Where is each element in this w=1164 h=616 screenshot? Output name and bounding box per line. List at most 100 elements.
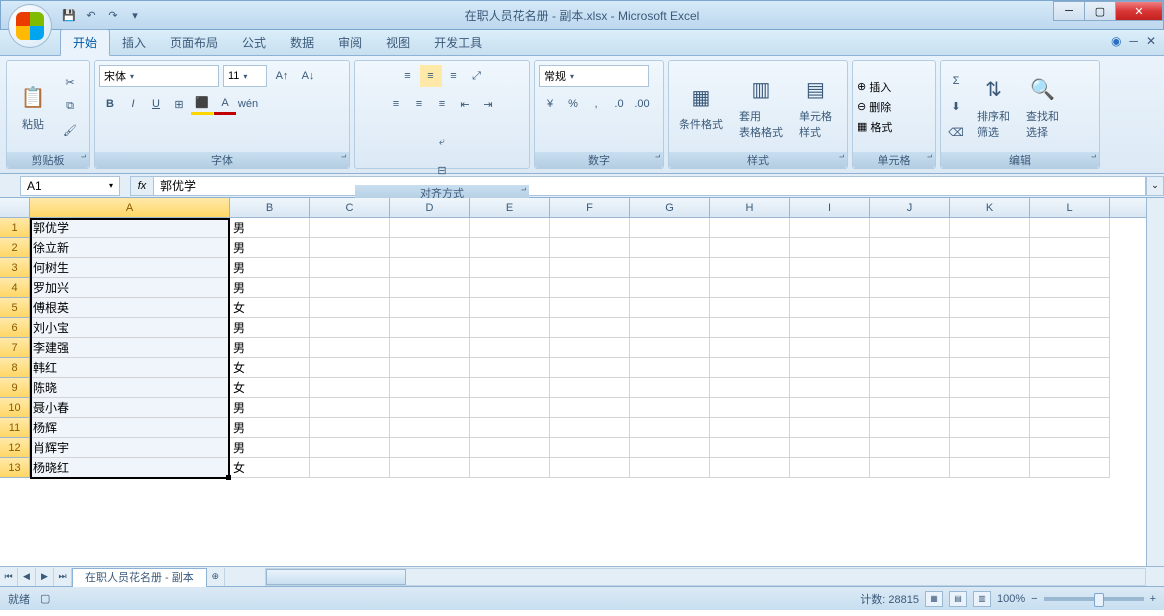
cell[interactable]	[630, 418, 710, 438]
delete-cells-button[interactable]: ⊖删除	[857, 99, 892, 115]
cell[interactable]	[390, 418, 470, 438]
grid-body[interactable]: 1 郭优学 男 2 徐立新 男 3 何树生 男 4 罗加兴 男 5 傅根英 女 …	[0, 218, 1146, 566]
cell[interactable]	[1030, 458, 1110, 478]
cell[interactable]: 郭优学	[30, 218, 230, 238]
cell[interactable]	[950, 418, 1030, 438]
align-middle-icon[interactable]: ≡	[420, 65, 442, 87]
cell[interactable]	[390, 338, 470, 358]
zoom-level[interactable]: 100%	[997, 593, 1025, 605]
cell[interactable]	[470, 358, 550, 378]
cell[interactable]	[630, 458, 710, 478]
cell[interactable]	[630, 338, 710, 358]
cell[interactable]	[1030, 378, 1110, 398]
cell[interactable]	[790, 398, 870, 418]
conditional-format-button[interactable]: ▦条件格式	[673, 80, 729, 134]
row-header[interactable]: 4	[0, 278, 30, 298]
tab-review[interactable]: 审阅	[326, 30, 374, 55]
zoom-in-icon[interactable]: +	[1150, 593, 1156, 605]
align-right-icon[interactable]: ≡	[431, 93, 453, 115]
cell[interactable]	[710, 418, 790, 438]
cell[interactable]: 女	[230, 358, 310, 378]
undo-icon[interactable]: ↶	[83, 7, 99, 23]
cell[interactable]	[950, 358, 1030, 378]
new-sheet-icon[interactable]: ⊕	[207, 568, 225, 586]
cell[interactable]	[870, 438, 950, 458]
cell[interactable]	[630, 238, 710, 258]
cell[interactable]	[630, 278, 710, 298]
cell[interactable]	[470, 378, 550, 398]
cell[interactable]: 杨晓红	[30, 458, 230, 478]
formula-input[interactable]: 郭优学	[154, 176, 1146, 196]
decrease-font-icon[interactable]: A↓	[297, 65, 319, 87]
cell[interactable]: 男	[230, 218, 310, 238]
cell[interactable]	[870, 418, 950, 438]
cell[interactable]	[390, 258, 470, 278]
cell[interactable]	[390, 278, 470, 298]
cell[interactable]	[470, 278, 550, 298]
cell[interactable]	[550, 258, 630, 278]
tab-view[interactable]: 视图	[374, 30, 422, 55]
cell[interactable]: 男	[230, 318, 310, 338]
cell[interactable]	[550, 378, 630, 398]
view-layout-icon[interactable]: ▤	[949, 591, 967, 607]
view-normal-icon[interactable]: ▦	[925, 591, 943, 607]
redo-icon[interactable]: ↷	[105, 7, 121, 23]
cell[interactable]	[1030, 278, 1110, 298]
zoom-slider[interactable]	[1044, 597, 1144, 601]
border-button[interactable]: ⊞	[168, 93, 190, 115]
cell-styles-button[interactable]: ▤单元格 样式	[793, 72, 838, 142]
cell[interactable]	[950, 458, 1030, 478]
cell[interactable]	[870, 338, 950, 358]
fill-color-button[interactable]: ⬛	[191, 93, 213, 115]
row-header[interactable]: 7	[0, 338, 30, 358]
cell[interactable]	[550, 278, 630, 298]
cell[interactable]	[310, 418, 390, 438]
qat-more-icon[interactable]: ▾	[127, 7, 143, 23]
cell[interactable]	[470, 458, 550, 478]
vertical-scrollbar[interactable]	[1146, 198, 1164, 566]
cell[interactable]: 男	[230, 278, 310, 298]
font-name-combo[interactable]: 宋体	[99, 65, 219, 87]
cell[interactable]: 李建强	[30, 338, 230, 358]
cell[interactable]: 女	[230, 378, 310, 398]
sheet-tab[interactable]: 在职人员花名册 - 副本	[72, 568, 207, 587]
fill-icon[interactable]: ⬇	[945, 96, 967, 118]
cell[interactable]	[630, 318, 710, 338]
cell[interactable]	[310, 338, 390, 358]
cell[interactable]	[310, 458, 390, 478]
cell[interactable]	[710, 458, 790, 478]
tab-layout[interactable]: 页面布局	[158, 30, 230, 55]
cell[interactable]	[390, 218, 470, 238]
cell[interactable]	[790, 438, 870, 458]
cell[interactable]	[470, 238, 550, 258]
row-header[interactable]: 12	[0, 438, 30, 458]
cell[interactable]	[790, 358, 870, 378]
align-center-icon[interactable]: ≡	[408, 93, 430, 115]
cell[interactable]: 傅根英	[30, 298, 230, 318]
cell[interactable]: 男	[230, 438, 310, 458]
insert-cells-button[interactable]: ⊕插入	[857, 79, 892, 95]
cell[interactable]	[310, 278, 390, 298]
cell[interactable]	[950, 218, 1030, 238]
cell[interactable]	[870, 458, 950, 478]
format-painter-icon[interactable]: 🖌	[59, 120, 81, 142]
cut-icon[interactable]: ✂	[59, 72, 81, 94]
cell[interactable]	[470, 318, 550, 338]
col-header-A[interactable]: A	[30, 198, 230, 217]
cell[interactable]	[870, 238, 950, 258]
tab-home[interactable]: 开始	[60, 29, 110, 56]
macro-record-icon[interactable]: ▢	[40, 592, 50, 605]
cell[interactable]: 肖辉宇	[30, 438, 230, 458]
align-left-icon[interactable]: ≡	[385, 93, 407, 115]
row-header[interactable]: 11	[0, 418, 30, 438]
name-box[interactable]: A1	[20, 176, 120, 196]
decrease-indent-icon[interactable]: ⇤	[454, 93, 476, 115]
cell[interactable]	[630, 438, 710, 458]
cell[interactable]	[470, 258, 550, 278]
bold-button[interactable]: B	[99, 93, 121, 115]
cell[interactable]	[470, 218, 550, 238]
decrease-decimal-icon[interactable]: .00	[631, 93, 653, 115]
cell[interactable]: 男	[230, 418, 310, 438]
cell[interactable]	[390, 398, 470, 418]
sheet-nav-next[interactable]: ▶	[36, 568, 54, 586]
